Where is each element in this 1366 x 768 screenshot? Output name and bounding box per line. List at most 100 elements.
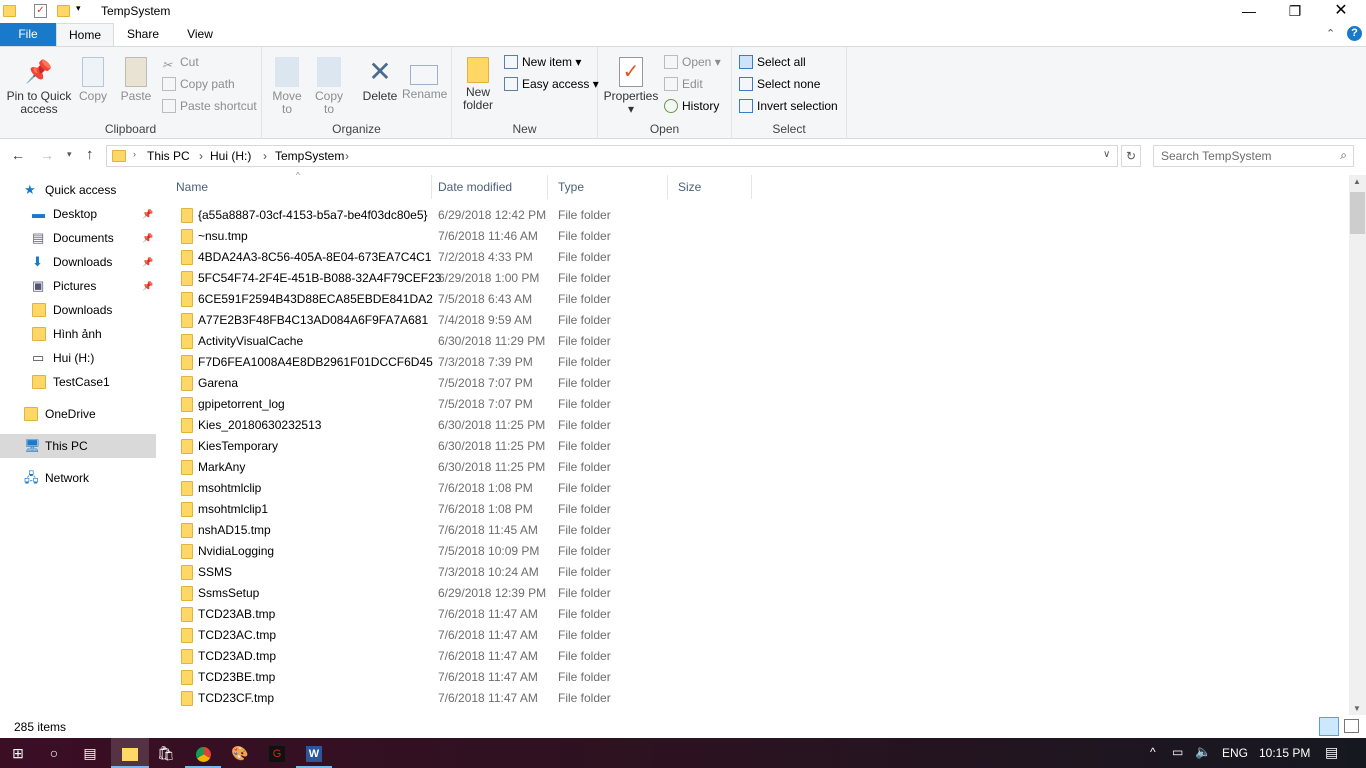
- file-explorer-taskbar-icon[interactable]: [111, 738, 149, 768]
- file-row[interactable]: {a55a8887-03cf-4153-b5a7-be4f03dc80e5} 6/…: [166, 205, 1346, 226]
- select-none-button[interactable]: Select none: [739, 74, 820, 94]
- expand-ribbon-icon[interactable]: ⌃: [1326, 27, 1335, 40]
- nav-item[interactable]: 🖥 This PC: [0, 434, 156, 458]
- copy-to-button[interactable]: Copy to: [312, 57, 346, 116]
- refresh-button[interactable]: ↻: [1121, 145, 1141, 167]
- nav-item[interactable]: Downloads: [0, 298, 156, 322]
- up-button[interactable]: ↑: [86, 146, 94, 163]
- cut-button[interactable]: ✂ Cut: [162, 52, 199, 72]
- battery-icon[interactable]: ▭: [1172, 745, 1183, 759]
- new-item-button[interactable]: New item ▾: [504, 52, 581, 72]
- cortana-search-icon[interactable]: ○: [36, 738, 72, 768]
- pin-quick-access-button[interactable]: 📌 Pin to Quick access: [4, 57, 74, 116]
- help-icon[interactable]: ?: [1347, 26, 1362, 41]
- nav-item[interactable]: ▣ Pictures 📌: [0, 274, 156, 298]
- new-folder-quick-icon[interactable]: [57, 5, 70, 17]
- copy-button[interactable]: Copy: [76, 57, 110, 103]
- nav-item[interactable]: ▤ Documents 📌: [0, 226, 156, 250]
- minimize-button[interactable]: —: [1226, 0, 1272, 23]
- file-row[interactable]: KiesTemporary 6/30/2018 11:25 PM File fold…: [166, 436, 1346, 457]
- clock[interactable]: 10:15 PM: [1259, 746, 1310, 760]
- paste-button[interactable]: Paste: [118, 57, 154, 103]
- file-row[interactable]: ActivityVisualCache 6/30/2018 11:29 PM Fil…: [166, 331, 1346, 352]
- pin-icon[interactable]: 📌: [142, 226, 153, 250]
- back-button[interactable]: ←: [11, 147, 25, 163]
- scroll-thumb[interactable]: [1350, 192, 1365, 234]
- copy-path-button[interactable]: Copy path: [162, 74, 235, 94]
- tab-home[interactable]: Home: [56, 23, 114, 46]
- nav-item[interactable]: ⬇ Downloads 📌: [0, 250, 156, 274]
- file-row[interactable]: TCD23CF.tmp 7/6/2018 11:47 AM File folder: [166, 688, 1346, 709]
- file-row[interactable]: 4BDA24A3-8C56-405A-8E04-673EA7C4C1 7/2/20…: [166, 247, 1346, 268]
- properties-button[interactable]: ✓ Properties ▾: [602, 57, 660, 116]
- nav-item[interactable]: Hình ảnh: [0, 322, 156, 346]
- forward-button[interactable]: →: [40, 147, 54, 163]
- file-row[interactable]: msohtmlclip1 7/6/2018 1:08 PM File folder: [166, 499, 1346, 520]
- file-row[interactable]: MarkAny 6/30/2018 11:25 PM File folder: [166, 457, 1346, 478]
- paint-icon[interactable]: 🎨: [222, 738, 258, 768]
- file-row[interactable]: 6CE591F2594B43D88ECA85EBDE841DA2 7/5/2018…: [166, 289, 1346, 310]
- select-all-button[interactable]: Select all: [739, 52, 806, 72]
- tab-view[interactable]: View: [176, 23, 224, 46]
- nav-item[interactable]: ▬ Desktop 📌: [0, 202, 156, 226]
- breadcrumb-this-pc[interactable]: This PC: [147, 149, 190, 163]
- file-row[interactable]: F7D6FEA1008A4E8DB2961F01DCCF6D45 7/3/2018…: [166, 352, 1346, 373]
- nav-item[interactable]: OneDrive: [0, 402, 156, 426]
- file-row[interactable]: gpipetorrent_log 7/5/2018 7:07 PM File fol…: [166, 394, 1346, 415]
- pin-icon[interactable]: 📌: [142, 250, 153, 274]
- language-indicator[interactable]: ENG: [1222, 746, 1248, 760]
- address-dropdown-button[interactable]: ∨: [1103, 149, 1110, 160]
- history-button[interactable]: History: [664, 96, 719, 116]
- breadcrumb-drive[interactable]: Hui (H:): [210, 149, 251, 163]
- pin-icon[interactable]: 📌: [142, 202, 153, 226]
- recent-locations-button[interactable]: ▾: [67, 149, 72, 160]
- details-view-button[interactable]: [1319, 717, 1339, 736]
- file-row[interactable]: TCD23AD.tmp 7/6/2018 11:47 AM File folder: [166, 646, 1346, 667]
- address-bar[interactable]: › This PC › Hui (H:) › TempSystem › ∨: [106, 145, 1118, 167]
- tab-share[interactable]: Share: [118, 23, 168, 46]
- file-row[interactable]: NvidiaLogging 7/5/2018 10:09 PM File folde…: [166, 541, 1346, 562]
- scroll-up-icon[interactable]: ▲: [1353, 177, 1361, 186]
- customize-toolbar-icon[interactable]: ▾: [76, 3, 81, 14]
- breadcrumb-tempsystem[interactable]: TempSystem: [275, 149, 344, 163]
- nav-item[interactable]: ★ Quick access: [0, 178, 156, 202]
- file-row[interactable]: TCD23AB.tmp 7/6/2018 11:47 AM File folder: [166, 604, 1346, 625]
- file-row[interactable]: ~nsu.tmp 7/6/2018 11:46 AM File folder: [166, 226, 1346, 247]
- file-row[interactable]: nshAD15.tmp 7/6/2018 11:45 AM File folder: [166, 520, 1346, 541]
- easy-access-button[interactable]: Easy access ▾: [504, 74, 599, 94]
- column-type[interactable]: Type: [548, 175, 668, 199]
- show-hidden-icons-button[interactable]: ^: [1150, 745, 1156, 759]
- file-row[interactable]: TCD23BE.tmp 7/6/2018 11:47 AM File folder: [166, 667, 1346, 688]
- scroll-down-icon[interactable]: ▼: [1353, 704, 1361, 713]
- file-row[interactable]: Garena 7/5/2018 7:07 PM File folder: [166, 373, 1346, 394]
- nav-item[interactable]: 🖧 Network: [0, 466, 156, 490]
- file-row[interactable]: TCD23AC.tmp 7/6/2018 11:47 AM File folder: [166, 625, 1346, 646]
- edit-button[interactable]: Edit: [664, 74, 703, 94]
- search-input[interactable]: Search TempSystem ⌕: [1153, 145, 1354, 167]
- open-button[interactable]: Open ▾: [664, 52, 721, 72]
- column-date-modified[interactable]: Date modified: [428, 175, 548, 199]
- task-view-icon[interactable]: ▤: [72, 738, 108, 768]
- move-to-button[interactable]: Move to: [270, 57, 304, 116]
- garena-icon[interactable]: G: [259, 738, 295, 768]
- pin-icon[interactable]: 📌: [142, 274, 153, 298]
- vertical-scrollbar[interactable]: ▲ ▼: [1349, 175, 1366, 715]
- nav-item[interactable]: TestCase1: [0, 370, 156, 394]
- file-row[interactable]: 5FC54F74-2F4E-451B-B088-32A4F79CEF23 6/29…: [166, 268, 1346, 289]
- word-icon[interactable]: W: [296, 738, 332, 768]
- action-center-icon[interactable]: ▤: [1325, 744, 1338, 761]
- start-windows-icon[interactable]: ⊞: [0, 738, 36, 768]
- column-name[interactable]: Name: [166, 175, 432, 199]
- close-button[interactable]: ✕: [1318, 0, 1364, 23]
- chrome-icon[interactable]: [185, 738, 221, 768]
- tab-file[interactable]: File: [0, 23, 56, 46]
- file-row[interactable]: SSMS 7/3/2018 10:24 AM File folder: [166, 562, 1346, 583]
- nav-item[interactable]: ▭ Hui (H:): [0, 346, 156, 370]
- file-row[interactable]: Kies_20180630232513 6/30/2018 11:25 PM Fil…: [166, 415, 1346, 436]
- maximize-button[interactable]: ❐: [1272, 0, 1318, 23]
- volume-icon[interactable]: 🔈: [1195, 744, 1211, 760]
- column-size[interactable]: Size: [668, 175, 752, 199]
- delete-button[interactable]: ✕ Delete: [360, 57, 400, 103]
- paste-shortcut-button[interactable]: Paste shortcut: [162, 96, 257, 116]
- file-row[interactable]: SsmsSetup 6/29/2018 12:39 PM File folder: [166, 583, 1346, 604]
